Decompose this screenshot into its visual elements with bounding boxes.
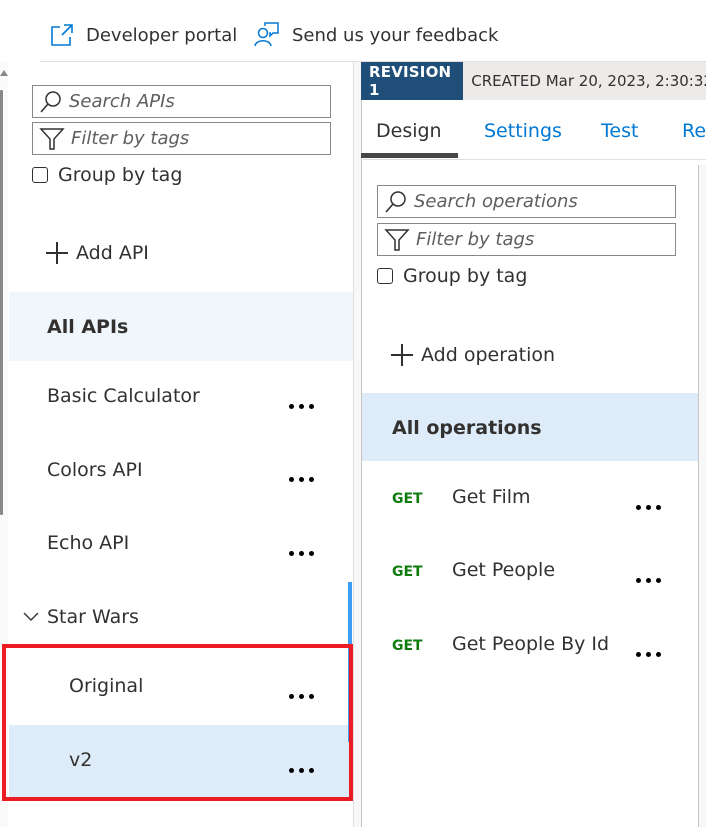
tab-settings[interactable]: Settings [484, 120, 562, 142]
sidebar-scrollbar-thumb[interactable] [0, 90, 3, 515]
developer-portal-button[interactable]: Developer portal [50, 20, 237, 50]
sidebar-item-label: Echo API [47, 532, 130, 554]
scroll-up-arrow-icon[interactable] [0, 70, 8, 76]
revision-bar: REVISION 1 CREATED Mar 20, 2023, 2:30:32 [361, 62, 706, 100]
tab-test[interactable]: Test [601, 120, 638, 142]
chevron-down-icon[interactable] [23, 612, 39, 622]
panel-right-gap [699, 165, 706, 827]
group-by-tag-checkbox[interactable]: Group by tag [32, 164, 182, 186]
add-operation-button[interactable]: Add operation [391, 344, 555, 366]
more-options-icon[interactable] [289, 691, 317, 701]
http-method-badge: GET [392, 491, 423, 507]
sidebar-item-label: Original [69, 675, 144, 697]
sidebar-item-all-apis[interactable]: All APIs [9, 292, 353, 361]
tab-bar: Design Settings Test Re [361, 100, 706, 160]
operation-label: Get Film [452, 486, 531, 508]
revision-badge[interactable]: REVISION 1 [361, 62, 464, 100]
more-options-icon[interactable] [636, 649, 664, 659]
external-link-icon [51, 24, 73, 46]
operation-item-get-film[interactable]: GET Get Film [362, 475, 698, 545]
tab-design[interactable]: Design [376, 120, 442, 142]
filter-operations-by-tags-input[interactable]: Filter by tags [377, 223, 676, 256]
send-feedback-label: Send us your feedback [292, 24, 499, 46]
filter-icon [39, 127, 65, 150]
sidebar-item-star-wars-original[interactable]: Original [9, 651, 353, 725]
operation-item-get-people[interactable]: GET Get People [362, 548, 698, 618]
add-api-button[interactable]: Add API [46, 242, 149, 264]
more-options-icon[interactable] [289, 548, 317, 558]
filter-icon [384, 228, 410, 251]
revision-created-date: CREATED Mar 20, 2023, 2:30:32 [471, 72, 706, 90]
sidebar-item-colors-api[interactable]: Colors API [9, 433, 353, 507]
more-options-icon[interactable] [636, 502, 664, 512]
panel-gap [354, 62, 361, 827]
more-options-icon[interactable] [289, 765, 317, 775]
sidebar-item-label: Colors API [47, 459, 143, 481]
search-icon [385, 190, 406, 213]
all-operations-label: All operations [392, 417, 542, 439]
sidebar-item-star-wars[interactable]: Star Wars [9, 581, 353, 651]
group-by-tag-label: Group by tag [403, 265, 528, 287]
more-options-icon[interactable] [289, 401, 317, 411]
search-apis-placeholder: Search APIs [69, 91, 175, 112]
sidebar-item-label: All APIs [47, 316, 129, 338]
checkbox-box[interactable] [377, 268, 393, 284]
all-operations-item[interactable]: All operations [362, 393, 698, 461]
more-options-icon[interactable] [289, 474, 317, 484]
http-method-badge: GET [392, 564, 423, 580]
command-bar: Developer portal Send us your feedback [0, 0, 706, 62]
checkbox-box[interactable] [32, 167, 48, 183]
sidebar-scroll-indicator [348, 582, 352, 742]
sidebar-item-star-wars-v2[interactable]: v2 [9, 725, 353, 797]
sidebar-item-basic-calculator[interactable]: Basic Calculator [9, 361, 353, 433]
search-apis-input[interactable]: Search APIs [32, 85, 331, 118]
tab-revisions[interactable]: Re [682, 120, 706, 142]
developer-portal-label: Developer portal [86, 24, 238, 46]
sidebar-item-label: Basic Calculator [47, 385, 200, 407]
add-api-label: Add API [76, 242, 149, 264]
plus-icon [46, 242, 68, 264]
search-operations-placeholder: Search operations [414, 191, 578, 212]
sidebar-item-echo-api[interactable]: Echo API [9, 507, 353, 581]
search-icon [40, 90, 61, 113]
sidebar-item-label: v2 [69, 749, 93, 771]
filter-operations-placeholder: Filter by tags [416, 229, 535, 250]
active-tab-indicator [361, 153, 458, 158]
send-feedback-button[interactable]: Send us your feedback [254, 20, 498, 50]
search-operations-input[interactable]: Search operations [377, 185, 676, 218]
operation-label: Get People By Id [452, 633, 610, 655]
add-operation-label: Add operation [421, 344, 556, 366]
filter-apis-by-tags-input[interactable]: Filter by tags [32, 122, 331, 155]
more-options-icon[interactable] [636, 575, 664, 585]
group-by-tag-label: Group by tag [58, 164, 183, 186]
plus-icon [391, 344, 413, 366]
sidebar-item-label: Star Wars [47, 606, 139, 628]
operation-item-get-people-by-id[interactable]: GET Get People By Id [362, 622, 698, 692]
filter-apis-placeholder: Filter by tags [71, 128, 190, 149]
http-method-badge: GET [392, 638, 423, 654]
feedback-icon [254, 22, 279, 47]
operation-label: Get People [452, 559, 556, 581]
group-operations-by-tag-checkbox[interactable]: Group by tag [377, 265, 527, 287]
